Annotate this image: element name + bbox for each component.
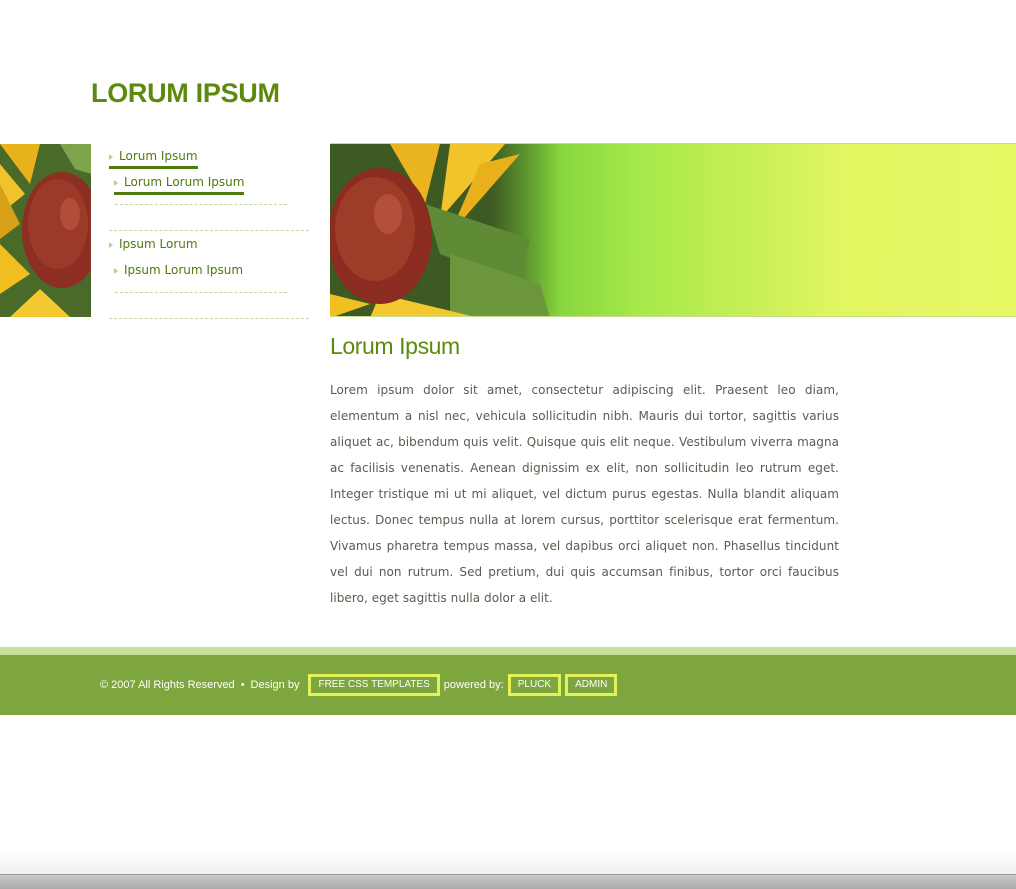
powered-by-text: powered by: (443, 679, 504, 691)
window-bottom-bar (0, 874, 1016, 889)
separator-dot: • (240, 679, 245, 691)
site-title: LORUM IPSUM (91, 78, 280, 108)
pluck-link[interactable]: PLUCK (507, 674, 562, 696)
content-body: Lorem ipsum dolor sit amet, consectetur … (330, 383, 839, 605)
content-title: Lorum Ipsum (330, 333, 460, 359)
triangle-right-icon (114, 179, 118, 186)
divider (115, 204, 287, 205)
active-underline (114, 192, 245, 195)
free-css-templates-link[interactable]: FREE CSS TEMPLATES (308, 674, 440, 696)
active-underline (109, 166, 198, 169)
footer-stripe (0, 647, 1016, 655)
sidebar-item-label: Ipsum Lorum Ipsum (124, 263, 244, 277)
triangle-right-icon (109, 241, 113, 248)
sidebar-item-ipsum-lorum-ipsum[interactable]: Ipsum Lorum Ipsum (114, 263, 243, 277)
sidebar-item-label: Lorum Lorum Ipsum (124, 175, 245, 189)
design-by-text: Design by (250, 679, 300, 691)
left-flower-image (0, 144, 91, 317)
sidebar-item-lorum-ipsum[interactable]: Lorum Ipsum (109, 149, 198, 169)
triangle-right-icon (109, 153, 113, 160)
sidebar-item-label: Ipsum Lorum (119, 237, 198, 251)
footer-line: © 2007 All Rights Reserved • Design by F… (100, 674, 618, 696)
divider (109, 318, 309, 319)
window-bottom-shadow (0, 850, 1016, 874)
divider (115, 292, 287, 293)
header-banner (330, 143, 1016, 317)
divider (109, 230, 309, 231)
sidebar-item-ipsum-lorum[interactable]: Ipsum Lorum (109, 237, 198, 251)
admin-link[interactable]: ADMIN (565, 674, 618, 696)
copyright-text: © 2007 All Rights Reserved (100, 679, 235, 691)
footer: © 2007 All Rights Reserved • Design by F… (0, 655, 1016, 715)
sidebar-item-label: Lorum Ipsum (119, 149, 198, 163)
triangle-right-icon (114, 267, 118, 274)
sidebar-item-lorum-lorum-ipsum[interactable]: Lorum Lorum Ipsum (114, 175, 245, 195)
sidebar-menu: Lorum Ipsum Lorum Lorum Ipsum Ipsum Loru… (109, 144, 309, 324)
